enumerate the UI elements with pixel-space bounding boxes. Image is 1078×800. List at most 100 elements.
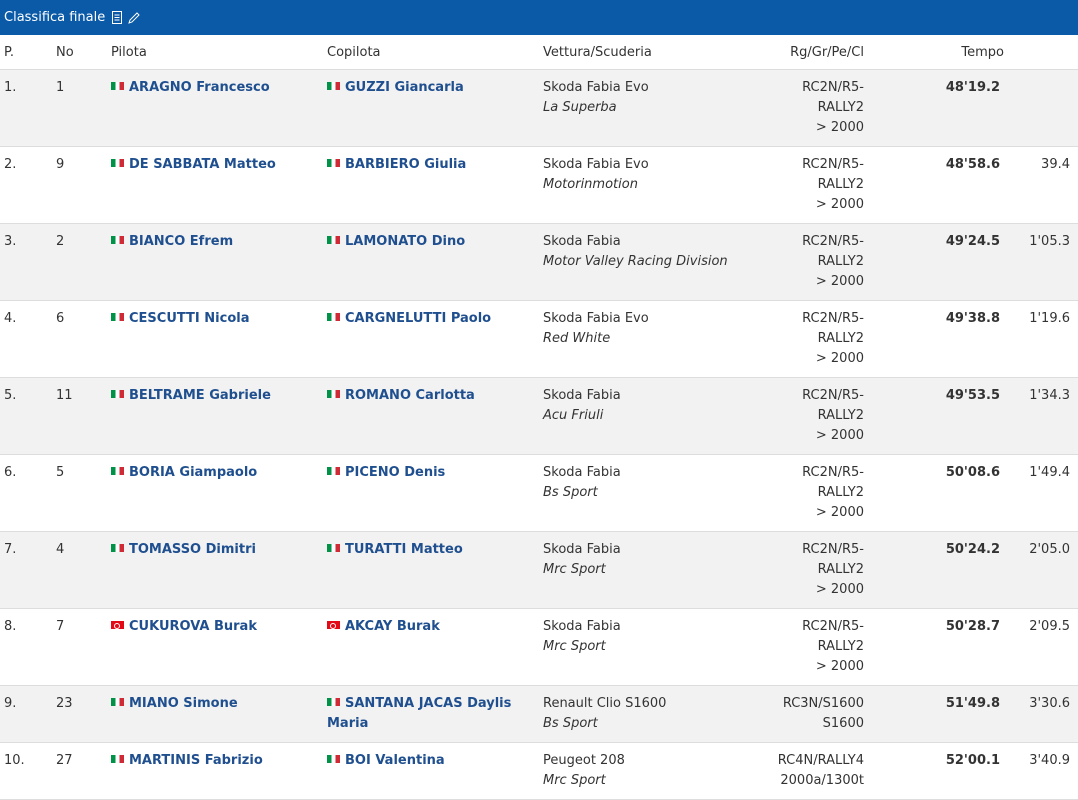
italy-flag-icon [327, 467, 340, 475]
car-model: Renault Clio S1600 [543, 696, 667, 711]
driver-link[interactable]: BORIA Giampaolo [129, 465, 257, 480]
codriver-link[interactable]: TURATTI Matteo [345, 542, 463, 557]
class-line: RALLY2 [817, 485, 864, 500]
results-header: Classifica finale [0, 0, 1078, 35]
gap-cell: 1'49.4 [1006, 454, 1078, 532]
codriver-cell: TURATTI Matteo [327, 531, 543, 609]
driver-link[interactable]: BIANCO Efrem [129, 234, 233, 249]
codriver-link[interactable]: BOI Valentina [345, 753, 445, 768]
car-model: Skoda Fabia [543, 619, 621, 634]
car-cell: Skoda Fabia Acu Friuli [543, 377, 765, 455]
header-gap [1006, 35, 1078, 70]
position-cell: 8. [0, 608, 56, 686]
italy-flag-icon [111, 755, 124, 763]
italy-flag-icon [111, 390, 124, 398]
class-line: > 2000 [815, 351, 864, 366]
italy-flag-icon [327, 698, 340, 706]
position-cell: 6. [0, 454, 56, 532]
class-line: > 2000 [815, 197, 864, 212]
gap-cell: 39.4 [1006, 146, 1078, 224]
car-number-cell: 5 [56, 454, 111, 532]
class-line: RALLY2 [817, 639, 864, 654]
driver-cell: ARAGNO Francesco [111, 69, 327, 147]
time-cell: 50'24.2 [876, 531, 1006, 609]
header-driver[interactable]: Pilota [111, 35, 327, 70]
car-model: Skoda Fabia [543, 234, 621, 249]
car-cell: Skoda Fabia Motor Valley Racing Division [543, 223, 765, 301]
driver-cell: DE SABBATA Matteo [111, 146, 327, 224]
class-cell: RC3N/S1600 S1600 [765, 685, 876, 743]
car-number-cell: 2 [56, 223, 111, 301]
team-name: Motor Valley Racing Division [543, 254, 728, 269]
italy-flag-icon [327, 390, 340, 398]
codriver-link[interactable]: BARBIERO Giulia [345, 157, 466, 172]
driver-cell: BORIA Giampaolo [111, 454, 327, 532]
header-codriver[interactable]: Copilota [327, 35, 543, 70]
table-row: 7. 4 TOMASSO Dimitri TURATTI Matteo Skoda Fa… [0, 531, 1078, 609]
time-cell: 51'49.8 [876, 685, 1006, 743]
car-number-cell: 23 [56, 685, 111, 743]
header-time[interactable]: Tempo [876, 35, 1006, 70]
class-line: RALLY2 [817, 408, 864, 423]
driver-link[interactable]: ARAGNO Francesco [129, 80, 270, 95]
driver-link[interactable]: MARTINIS Fabrizio [129, 753, 263, 768]
italy-flag-icon [327, 544, 340, 552]
driver-cell: MARTINIS Fabrizio [111, 742, 327, 800]
gap-cell: 1'19.6 [1006, 300, 1078, 378]
class-cell: RC2N/R5- RALLY2 > 2000 [765, 531, 876, 609]
codriver-link[interactable]: LAMONATO Dino [345, 234, 465, 249]
car-model: Skoda Fabia Evo [543, 311, 649, 326]
car-model: Skoda Fabia [543, 388, 621, 403]
time-cell: 50'28.7 [876, 608, 1006, 686]
table-row: 6. 5 BORIA Giampaolo PICENO Denis Skoda Fabi… [0, 454, 1078, 532]
document-icon[interactable] [111, 10, 125, 25]
codriver-link[interactable]: AKCAY Burak [345, 619, 440, 634]
header-position[interactable]: P. [0, 35, 56, 70]
driver-link[interactable]: TOMASSO Dimitri [129, 542, 256, 557]
header-number[interactable]: No [56, 35, 111, 70]
table-row: 9. 23 MIANO Simone SANTANA JACAS Daylis Mar… [0, 685, 1078, 743]
class-line: > 2000 [815, 659, 864, 674]
driver-link[interactable]: DE SABBATA Matteo [129, 157, 276, 172]
class-cell: RC2N/R5- RALLY2 > 2000 [765, 454, 876, 532]
class-cell: RC2N/R5- RALLY2 > 2000 [765, 300, 876, 378]
class-line: RC2N/R5- [802, 542, 864, 557]
driver-link[interactable]: CUKUROVA Burak [129, 619, 257, 634]
table-row: 4. 6 CESCUTTI Nicola CARGNELUTTI Paolo Skoda… [0, 300, 1078, 378]
italy-flag-icon [111, 236, 124, 244]
class-line: RC3N/S1600 [782, 696, 864, 711]
driver-link[interactable]: CESCUTTI Nicola [129, 311, 249, 326]
italy-flag-icon [111, 82, 124, 90]
position-cell: 1. [0, 69, 56, 147]
gap-cell: 2'05.0 [1006, 531, 1078, 609]
edit-icon[interactable] [127, 11, 141, 25]
team-name: Motorinmotion [543, 177, 638, 192]
position-cell: 3. [0, 223, 56, 301]
codriver-link[interactable]: SANTANA JACAS Daylis Maria [327, 696, 511, 731]
italy-flag-icon [327, 755, 340, 763]
header-class[interactable]: Rg/Gr/Pe/Cl [765, 35, 876, 70]
italy-flag-icon [111, 544, 124, 552]
car-model: Skoda Fabia [543, 542, 621, 557]
time-cell: 50'08.6 [876, 454, 1006, 532]
car-number-cell: 11 [56, 377, 111, 455]
codriver-cell: CARGNELUTTI Paolo [327, 300, 543, 378]
codriver-link[interactable]: PICENO Denis [345, 465, 445, 480]
codriver-link[interactable]: CARGNELUTTI Paolo [345, 311, 491, 326]
table-row: 8. 7 CUKUROVA Burak AKCAY Burak Skoda Fabia M… [0, 608, 1078, 686]
codriver-link[interactable]: ROMANO Carlotta [345, 388, 475, 403]
italy-flag-icon [327, 159, 340, 167]
codriver-cell: LAMONATO Dino [327, 223, 543, 301]
italy-flag-icon [111, 467, 124, 475]
italy-flag-icon [111, 159, 124, 167]
driver-link[interactable]: MIANO Simone [129, 696, 238, 711]
header-car[interactable]: Vettura/Scuderia [543, 35, 765, 70]
class-line: > 2000 [815, 582, 864, 597]
car-number-cell: 9 [56, 146, 111, 224]
class-line: > 2000 [815, 428, 864, 443]
table-row: 3. 2 BIANCO Efrem LAMONATO Dino Skoda Fabia M… [0, 223, 1078, 301]
codriver-link[interactable]: GUZZI Giancarla [345, 80, 464, 95]
class-line: RC2N/R5- [802, 311, 864, 326]
driver-link[interactable]: BELTRAME Gabriele [129, 388, 271, 403]
time-cell: 49'24.5 [876, 223, 1006, 301]
